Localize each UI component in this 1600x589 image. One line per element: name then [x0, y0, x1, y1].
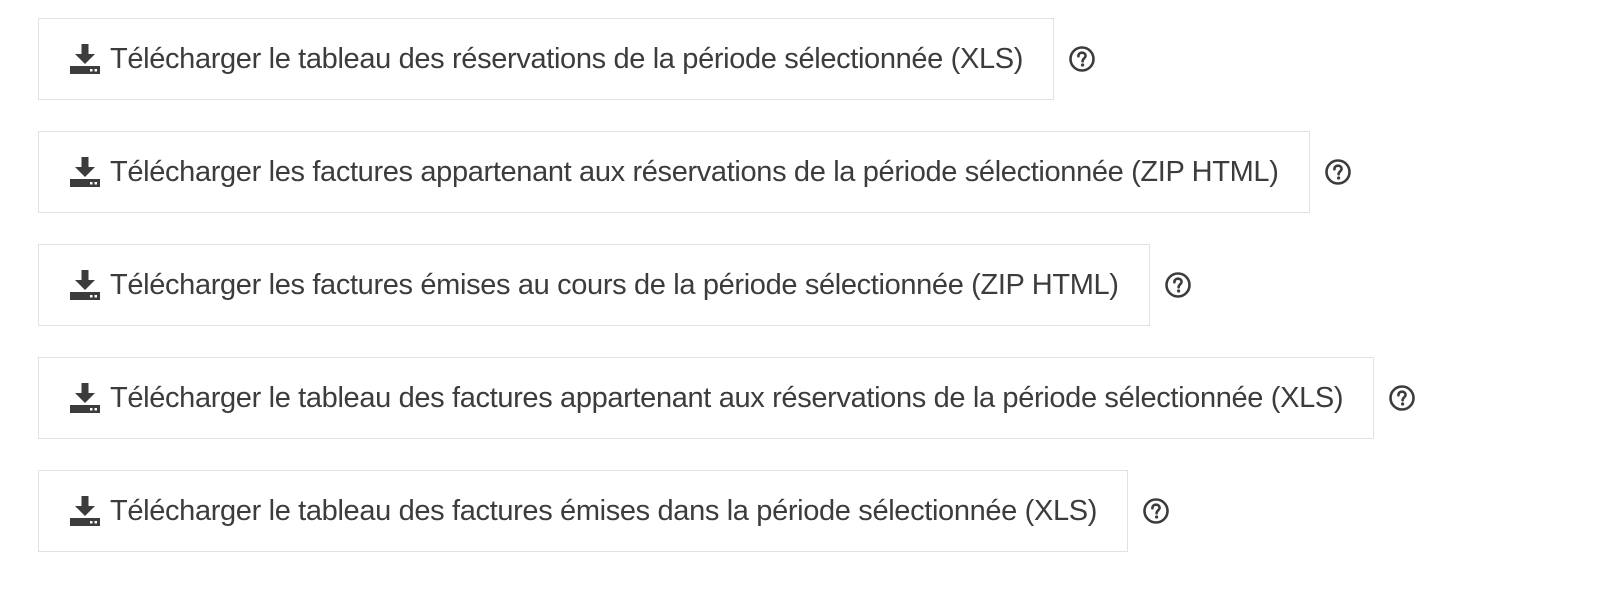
- download-button-label: Télécharger les factures émises au cours…: [110, 268, 1119, 301]
- download-button-label: Télécharger les factures appartenant aux…: [110, 155, 1279, 188]
- download-icon: [69, 270, 101, 300]
- question-circle-icon[interactable]: [1324, 158, 1352, 186]
- export-row: Télécharger les factures émises au cours…: [38, 244, 1416, 326]
- download-button-label: Télécharger le tableau des factures appa…: [110, 381, 1344, 414]
- export-row: Télécharger le tableau des réservations …: [38, 18, 1416, 100]
- question-circle-icon[interactable]: [1164, 271, 1192, 299]
- question-circle-icon[interactable]: [1142, 497, 1170, 525]
- question-circle-icon[interactable]: [1388, 384, 1416, 412]
- export-row: Télécharger le tableau des factures émis…: [38, 470, 1416, 552]
- download-icon: [69, 44, 101, 74]
- export-download-list: Télécharger le tableau des réservations …: [38, 18, 1416, 552]
- export-row: Télécharger le tableau des factures appa…: [38, 357, 1416, 439]
- download-icon: [69, 496, 101, 526]
- question-circle-icon[interactable]: [1068, 45, 1096, 73]
- download-invoices-of-reservations-zip-button[interactable]: Télécharger les factures appartenant aux…: [38, 131, 1310, 213]
- download-button-label: Télécharger le tableau des réservations …: [110, 42, 1024, 75]
- download-issued-invoices-table-xls-button[interactable]: Télécharger le tableau des factures émis…: [38, 470, 1129, 552]
- download-icon: [69, 157, 101, 187]
- download-button-label: Télécharger le tableau des factures émis…: [110, 494, 1098, 527]
- export-row: Télécharger les factures appartenant aux…: [38, 131, 1416, 213]
- download-issued-invoices-zip-button[interactable]: Télécharger les factures émises au cours…: [38, 244, 1150, 326]
- download-invoices-of-reservations-table-xls-button[interactable]: Télécharger le tableau des factures appa…: [38, 357, 1375, 439]
- download-reservations-table-xls-button[interactable]: Télécharger le tableau des réservations …: [38, 18, 1055, 100]
- download-icon: [69, 383, 101, 413]
